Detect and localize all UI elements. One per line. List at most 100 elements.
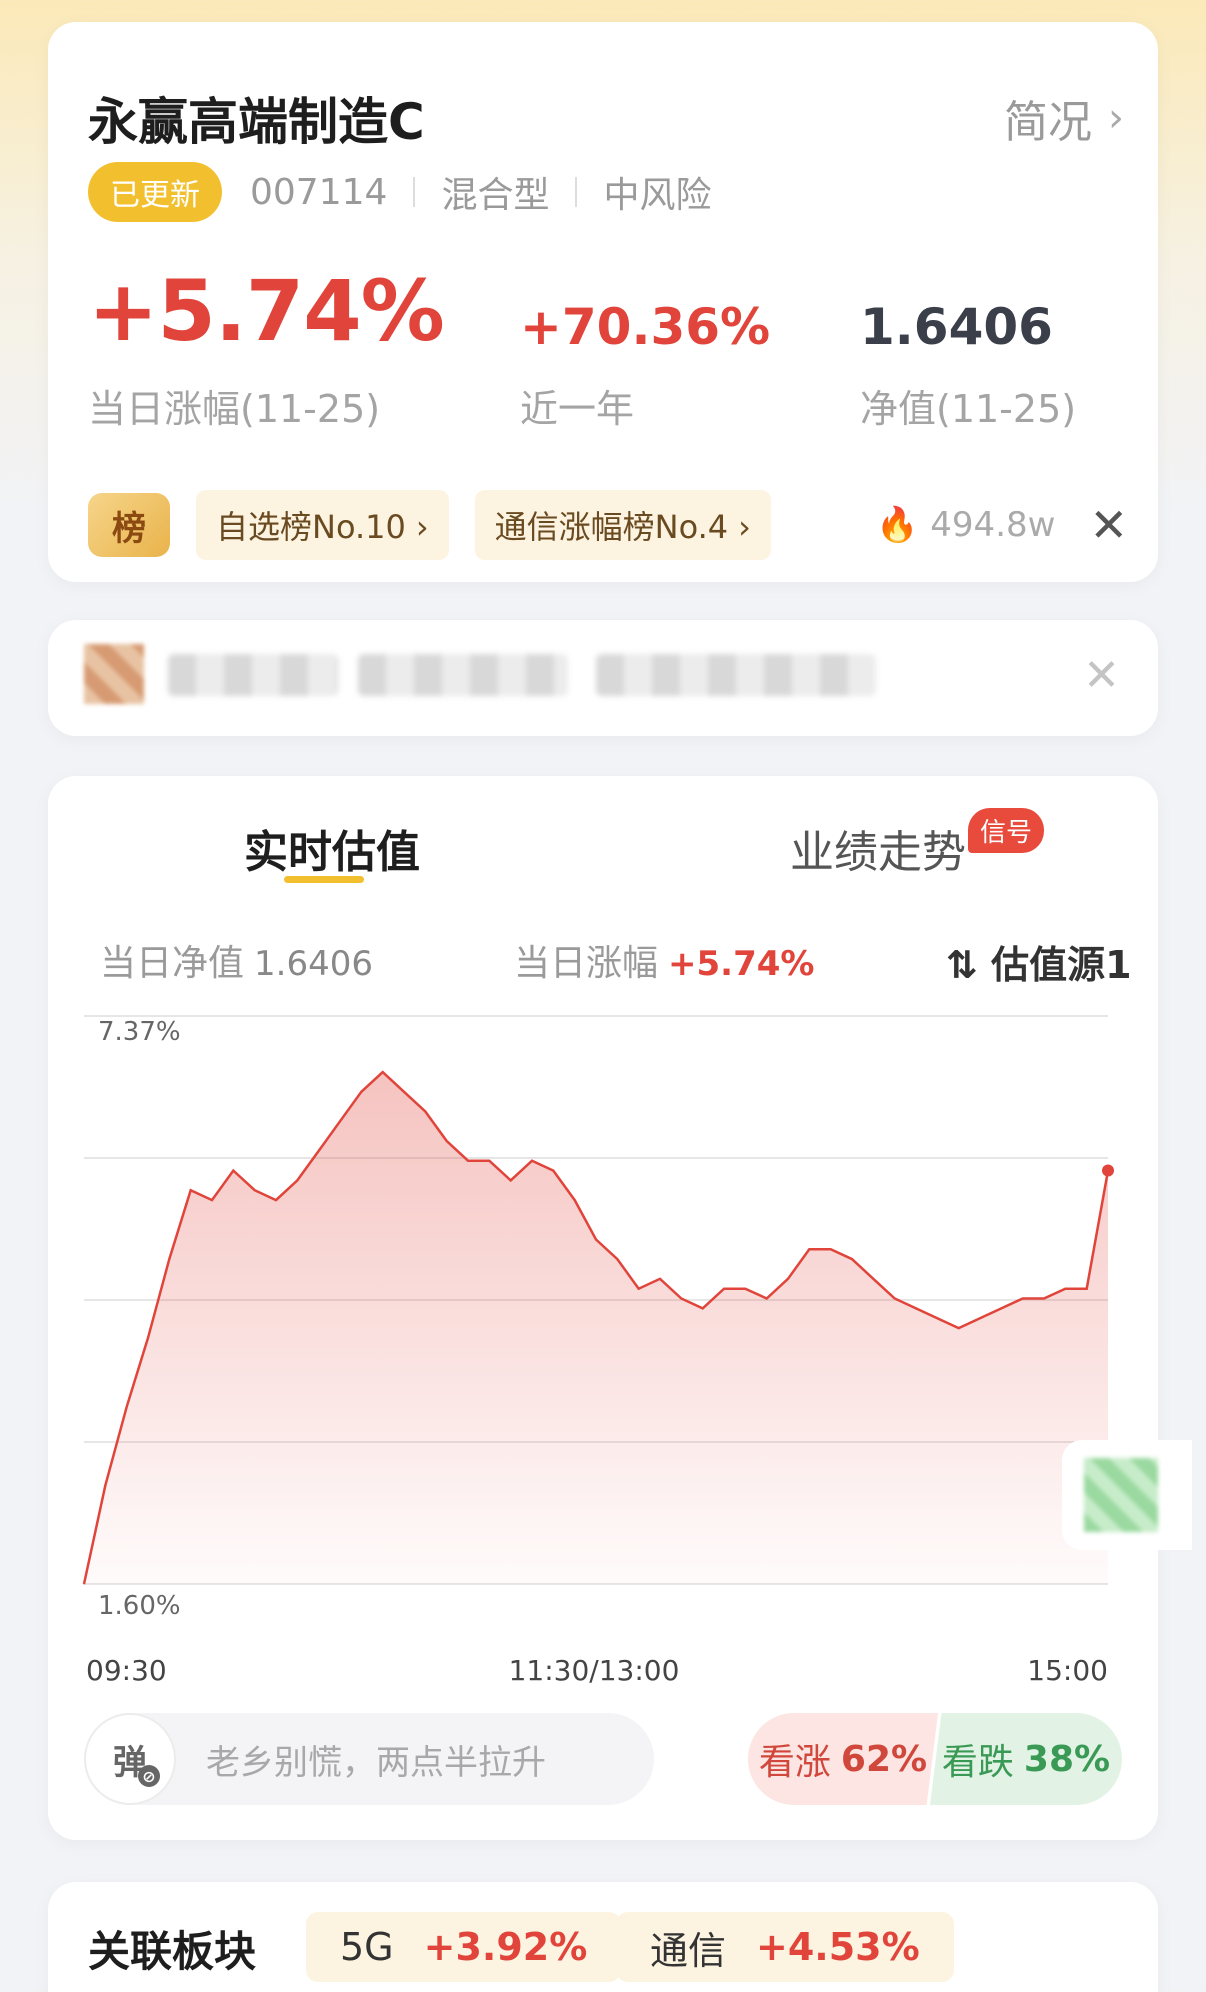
danmu-toggle-icon[interactable]: 弹 ⊘ bbox=[84, 1713, 176, 1805]
data-point bbox=[723, 1288, 725, 1290]
data-point bbox=[446, 1140, 448, 1142]
area-fill bbox=[84, 1072, 1108, 1584]
data-point bbox=[958, 1327, 960, 1329]
blurred-text bbox=[596, 654, 876, 696]
data-point bbox=[339, 1120, 341, 1122]
sector-change: +3.92% bbox=[423, 1925, 588, 1969]
fund-code: 007114 bbox=[250, 171, 388, 213]
data-point bbox=[787, 1278, 789, 1280]
day-change-stat: +5.74% 当日涨幅(11-25) bbox=[88, 262, 445, 433]
comment-input[interactable]: 弹 ⊘ 老乡别慌，两点半拉升 bbox=[84, 1713, 654, 1805]
estimate-change-value: +5.74% bbox=[668, 944, 815, 984]
data-point bbox=[808, 1248, 810, 1250]
x-tick-label: 15:00 bbox=[1027, 1654, 1108, 1687]
overview-link[interactable]: 简况 › bbox=[1004, 86, 1124, 150]
related-sectors-title: 关联板块 bbox=[88, 1927, 257, 1976]
vote-up-pct: 62% bbox=[840, 1738, 928, 1780]
vote-up-button[interactable]: 看涨 62% bbox=[748, 1713, 938, 1805]
active-tab-indicator bbox=[284, 876, 364, 883]
data-point bbox=[275, 1199, 277, 1201]
estimate-chart-card: 实时估值 业绩走势 信号 当日净值 1.6406 当日涨幅 +5.74% ⇅ 估值源… bbox=[48, 776, 1158, 1840]
data-point bbox=[915, 1307, 917, 1309]
sector-name: 通信 bbox=[650, 1928, 727, 1973]
close-icon[interactable]: ✕ bbox=[1089, 502, 1128, 548]
estimate-source-label: 估值源1 bbox=[991, 943, 1132, 987]
data-point bbox=[104, 1485, 106, 1487]
vote-up-label: 看涨 bbox=[758, 1742, 831, 1783]
data-point bbox=[638, 1288, 640, 1290]
estimate-nav-value: 1.6406 bbox=[254, 944, 373, 984]
rank-icon: 榜 bbox=[88, 493, 170, 557]
data-point bbox=[382, 1071, 384, 1073]
divider bbox=[413, 177, 416, 207]
hot-count: 🔥 494.8w bbox=[876, 505, 1056, 545]
related-sectors-card: 关联板块 5G +3.92% 通信 +4.53% bbox=[48, 1882, 1158, 1992]
rank-chip-watchlist[interactable]: 自选榜No.10 › bbox=[196, 490, 449, 560]
data-point bbox=[595, 1238, 597, 1240]
year-change-stat: +70.36% 近一年 bbox=[520, 298, 770, 433]
data-point bbox=[126, 1406, 128, 1408]
vote-down-label: 看跌 bbox=[941, 1742, 1014, 1783]
y-axis-top-label: 7.37% bbox=[98, 1017, 181, 1047]
fire-icon: 🔥 bbox=[875, 505, 919, 545]
data-point bbox=[936, 1317, 938, 1319]
data-point bbox=[702, 1307, 704, 1309]
divider bbox=[575, 177, 578, 207]
tab-performance-trend[interactable]: 业绩走势 bbox=[790, 816, 966, 880]
data-point bbox=[232, 1170, 234, 1172]
data-point bbox=[211, 1199, 213, 1201]
chevron-right-icon: › bbox=[415, 508, 429, 546]
blurred-text bbox=[358, 654, 568, 696]
off-icon: ⊘ bbox=[138, 1765, 160, 1787]
data-point bbox=[680, 1298, 682, 1300]
data-point bbox=[83, 1583, 85, 1585]
data-point bbox=[766, 1298, 768, 1300]
data-point bbox=[403, 1091, 405, 1093]
data-point bbox=[254, 1189, 256, 1191]
data-point bbox=[1000, 1307, 1002, 1309]
data-point bbox=[1086, 1288, 1088, 1290]
data-point bbox=[851, 1258, 853, 1260]
updated-badge: 已更新 bbox=[88, 162, 222, 222]
data-point bbox=[744, 1288, 746, 1290]
data-point bbox=[979, 1317, 981, 1319]
day-change-value: +5.74% bbox=[88, 262, 445, 360]
data-point bbox=[531, 1160, 533, 1162]
hot-count-value: 494.8w bbox=[930, 505, 1056, 545]
sector-name: 5G bbox=[340, 1925, 394, 1969]
estimate-source-switch[interactable]: ⇅ 估值源1 bbox=[946, 934, 1132, 989]
x-tick-label: 11:30/13:00 bbox=[509, 1654, 680, 1687]
fund-risk: 中风险 bbox=[603, 175, 712, 216]
rank-chip-telecom[interactable]: 通信涨幅榜No.4 › bbox=[474, 490, 771, 560]
y-axis-bottom-label: 1.60% bbox=[98, 1591, 181, 1621]
close-icon[interactable]: ✕ bbox=[1083, 650, 1120, 701]
data-point bbox=[894, 1298, 896, 1300]
data-point bbox=[1022, 1298, 1024, 1300]
estimate-nav-label: 当日净值 bbox=[100, 943, 245, 984]
sector-chip[interactable]: 通信 +4.53% bbox=[616, 1912, 954, 1982]
estimate-change-label: 当日涨幅 bbox=[514, 943, 659, 984]
year-change-label: 近一年 bbox=[520, 387, 635, 431]
vote-down-button[interactable]: 看跌 38% bbox=[930, 1713, 1122, 1805]
blurred-icon bbox=[1084, 1458, 1158, 1532]
data-point bbox=[1064, 1288, 1066, 1290]
data-point bbox=[510, 1179, 512, 1181]
rank-row: 榜 自选榜No.10 › 通信涨幅榜No.4 › 🔥 494.8w ✕ bbox=[88, 490, 1128, 560]
day-change-label: 当日涨幅(11-25) bbox=[88, 387, 381, 431]
rank-chip-label: 自选榜No.10 bbox=[216, 508, 406, 546]
blurred-text bbox=[168, 654, 338, 696]
tab-realtime-estimate[interactable]: 实时估值 bbox=[244, 816, 420, 880]
estimate-change: 当日涨幅 +5.74% bbox=[514, 934, 814, 986]
sector-chip[interactable]: 5G +3.92% bbox=[306, 1912, 622, 1982]
data-point bbox=[574, 1199, 576, 1201]
fund-meta-row: 已更新 007114 混合型 中风险 bbox=[88, 162, 711, 222]
blurred-avatar bbox=[84, 644, 144, 704]
latest-point bbox=[1102, 1164, 1114, 1177]
vote-down-pct: 38% bbox=[1023, 1738, 1111, 1780]
data-point bbox=[1043, 1298, 1045, 1300]
blurred-banner: ✕ bbox=[48, 620, 1158, 736]
chevron-right-icon: › bbox=[738, 508, 751, 546]
nav-stat: 1.6406 净值(11-25) bbox=[860, 298, 1076, 433]
floating-blurred-widget[interactable] bbox=[1062, 1440, 1192, 1550]
sector-change: +4.53% bbox=[756, 1925, 920, 1969]
